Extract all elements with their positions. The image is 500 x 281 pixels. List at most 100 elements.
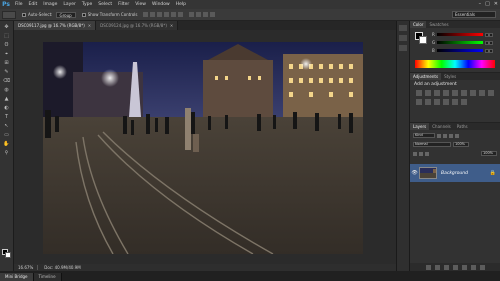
background-color-swatch[interactable] xyxy=(5,252,11,258)
menu-image[interactable]: Image xyxy=(40,2,60,7)
layer-row-background[interactable]: 👁 Background 🔒 xyxy=(410,164,500,182)
blend-mode-select[interactable]: Normal xyxy=(413,142,451,147)
red-slider[interactable] xyxy=(437,33,483,36)
tab-timeline[interactable]: Timeline xyxy=(33,273,62,281)
shape-filter-icon[interactable] xyxy=(455,133,459,138)
invert-icon[interactable] xyxy=(425,99,431,105)
align-right-icon[interactable] xyxy=(178,12,184,17)
photo-filter-icon[interactable] xyxy=(488,90,494,96)
link-layers-icon[interactable] xyxy=(425,264,431,270)
tab-channels[interactable]: Channels xyxy=(429,123,454,130)
menu-file[interactable]: File xyxy=(12,2,26,7)
menu-type[interactable]: Type xyxy=(79,2,95,7)
minimize-icon[interactable]: – xyxy=(479,1,482,7)
distribute-top-icon[interactable] xyxy=(189,12,195,17)
lasso-tool-icon[interactable]: ʘ xyxy=(3,42,11,48)
menu-select[interactable]: Select xyxy=(95,2,115,7)
dodge-tool-icon[interactable]: ◐ xyxy=(3,105,11,111)
new-layer-icon[interactable] xyxy=(470,264,476,270)
quick-select-tool-icon[interactable]: ⌖ xyxy=(3,51,11,57)
hue-saturation-icon[interactable] xyxy=(461,90,467,96)
blue-value-field[interactable]: 0 xyxy=(485,48,493,53)
visibility-eye-icon[interactable]: 👁 xyxy=(410,170,419,176)
lock-position-icon[interactable] xyxy=(419,151,423,156)
trash-icon[interactable] xyxy=(479,264,485,270)
menu-window[interactable]: Window xyxy=(149,2,173,7)
close-icon[interactable]: ✕ xyxy=(170,23,173,28)
green-value-field[interactable]: 0 xyxy=(485,40,493,45)
threshold-icon[interactable] xyxy=(443,99,449,105)
type-tool-icon[interactable]: T xyxy=(3,114,11,120)
black-white-icon[interactable] xyxy=(479,90,485,96)
shape-tool-icon[interactable]: ▭ xyxy=(3,132,11,138)
distribute-left-icon[interactable] xyxy=(210,12,216,17)
info-panel-icon[interactable] xyxy=(399,45,407,51)
hand-tool-icon[interactable]: ✋ xyxy=(3,141,11,147)
align-left-icon[interactable] xyxy=(164,12,170,17)
close-icon[interactable]: ✕ xyxy=(88,23,91,28)
add-mask-icon[interactable] xyxy=(443,264,449,270)
crop-tool-icon[interactable]: ⊞ xyxy=(3,60,11,66)
menu-edit[interactable]: Edit xyxy=(26,2,41,7)
document-info[interactable]: Doc: 40.9M/40.9M xyxy=(38,265,86,270)
fill-field[interactable]: 100% xyxy=(481,151,497,156)
document-tab[interactable]: DSC09124.jpg @ 16.7% (RGB/8*) ✕ xyxy=(96,21,179,30)
fx-icon[interactable] xyxy=(434,264,440,270)
auto-select-dropdown[interactable]: Group xyxy=(55,11,76,18)
pixel-filter-icon[interactable] xyxy=(437,133,441,138)
channel-mixer-icon[interactable] xyxy=(416,99,422,105)
workspace-switcher[interactable]: Essentials xyxy=(452,11,496,18)
move-tool-icon[interactable]: ✥ xyxy=(3,24,11,30)
selective-color-icon[interactable] xyxy=(461,99,467,105)
exposure-icon[interactable] xyxy=(443,90,449,96)
tab-mini-bridge[interactable]: Mini Bridge xyxy=(0,273,34,281)
distribute-middle-icon[interactable] xyxy=(196,12,202,17)
align-center-icon[interactable] xyxy=(171,12,177,17)
menu-layer[interactable]: Layer xyxy=(60,2,79,7)
zoom-level[interactable]: 16.67% xyxy=(14,265,39,270)
menu-help[interactable]: Help xyxy=(173,2,189,7)
align-bottom-icon[interactable] xyxy=(157,12,163,17)
levels-icon[interactable] xyxy=(425,90,431,96)
lock-pixels-icon[interactable] xyxy=(413,151,417,156)
tab-color[interactable]: Color xyxy=(410,21,427,28)
path-select-tool-icon[interactable]: ↖ xyxy=(3,123,11,129)
image-canvas[interactable] xyxy=(43,42,363,254)
new-adjustment-icon[interactable] xyxy=(452,264,458,270)
green-slider[interactable] xyxy=(437,41,483,44)
document-tab[interactable]: DSC09117.jpg @ 16.7% (RGB/8*) ✕ xyxy=(14,21,97,30)
align-top-icon[interactable] xyxy=(143,12,149,17)
background-color-swatch[interactable] xyxy=(419,36,427,44)
type-filter-icon[interactable] xyxy=(449,133,453,138)
color-spectrum-ramp[interactable] xyxy=(415,60,495,68)
brightness-contrast-icon[interactable] xyxy=(416,90,422,96)
adjustment-filter-icon[interactable] xyxy=(443,133,447,138)
new-group-icon[interactable] xyxy=(461,264,467,270)
layer-name[interactable]: Background xyxy=(441,171,468,176)
tab-layers[interactable]: Layers xyxy=(410,123,430,130)
blue-slider[interactable] xyxy=(437,49,483,52)
history-panel-icon[interactable] xyxy=(399,25,407,31)
tab-styles[interactable]: Styles xyxy=(441,73,459,80)
menu-view[interactable]: View xyxy=(132,2,149,7)
marquee-tool-icon[interactable]: ⬚ xyxy=(3,33,11,39)
lock-all-icon[interactable] xyxy=(425,151,429,156)
distribute-bottom-icon[interactable] xyxy=(203,12,209,17)
menu-filter[interactable]: Filter xyxy=(115,2,132,7)
vibrance-icon[interactable] xyxy=(452,90,458,96)
maximize-icon[interactable]: □ xyxy=(485,1,490,7)
auto-select-checkbox[interactable] xyxy=(22,12,26,17)
curves-icon[interactable] xyxy=(434,90,440,96)
color-balance-icon[interactable] xyxy=(470,90,476,96)
brush-tool-icon[interactable]: ✎ xyxy=(3,69,11,75)
sharpen-tool-icon[interactable]: ▲ xyxy=(3,96,11,102)
layer-kind-select[interactable]: Kind xyxy=(413,133,435,138)
opacity-field[interactable]: 100% xyxy=(453,142,469,147)
tool-preset-picker[interactable] xyxy=(2,10,16,19)
zoom-tool-icon[interactable]: ⚲ xyxy=(3,150,11,156)
red-value-field[interactable]: 0 xyxy=(485,32,493,37)
blur-tool-icon[interactable]: ◍ xyxy=(3,87,11,93)
properties-panel-icon[interactable] xyxy=(399,35,407,41)
tab-paths[interactable]: Paths xyxy=(454,123,471,130)
posterize-icon[interactable] xyxy=(434,99,440,105)
